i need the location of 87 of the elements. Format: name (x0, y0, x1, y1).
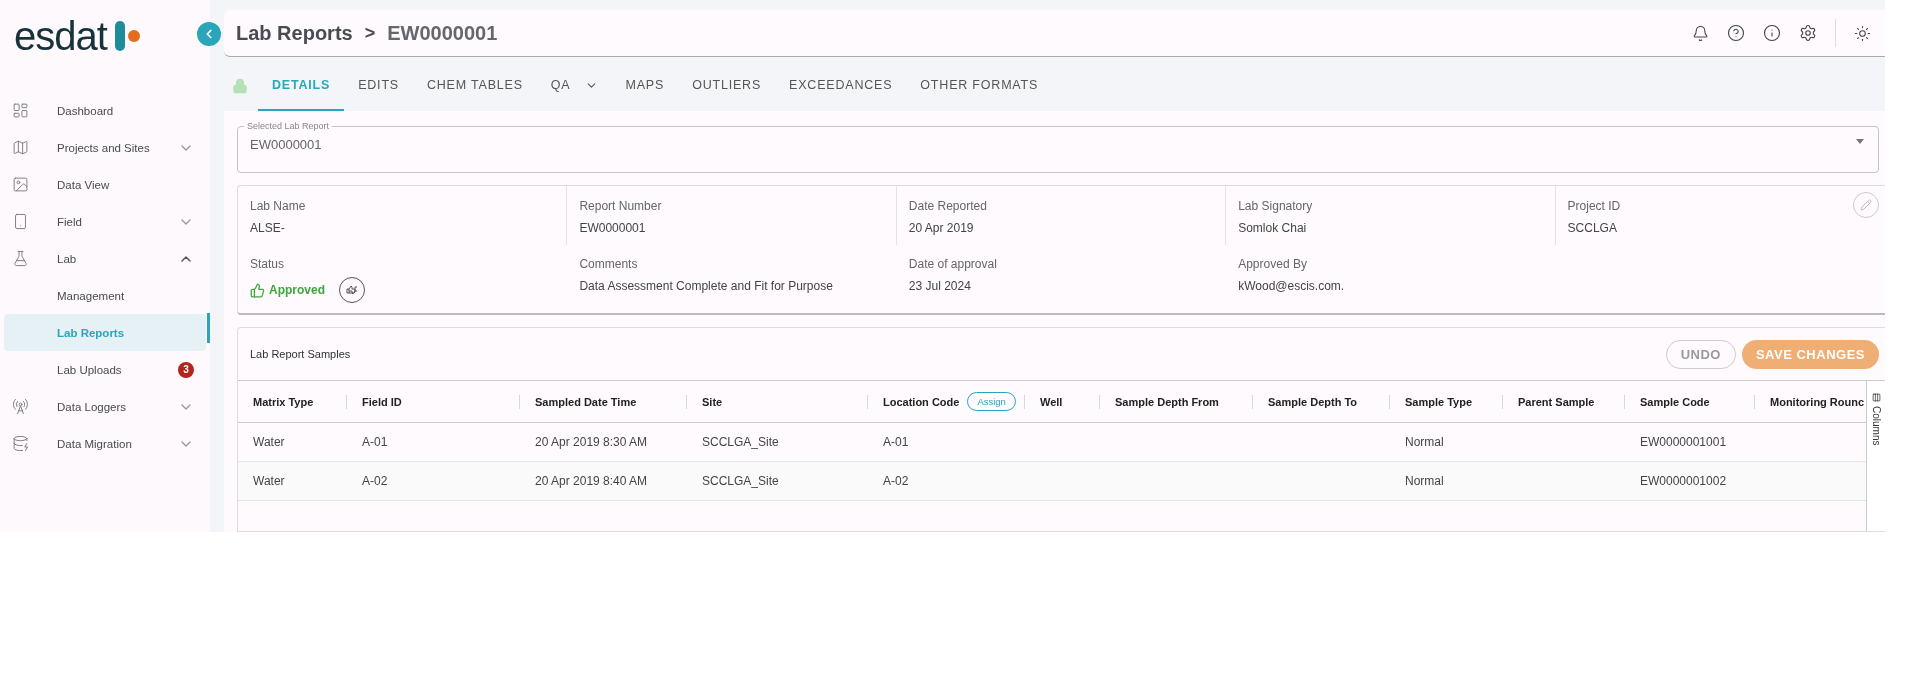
table-cell: 20 Apr 2019 8:40 AM (535, 474, 648, 488)
table-cell: A-02 (362, 474, 388, 488)
status-value: Approved (269, 283, 325, 297)
section-title: Lab Report Samples (250, 348, 351, 360)
image-icon (12, 176, 29, 193)
sidebar-item[interactable]: Data View (4, 166, 206, 203)
table-cell: EW0000001001 (1640, 435, 1727, 449)
column-header[interactable]: Monitoring Rounc (1770, 395, 1865, 408)
tab[interactable]: QA (536, 61, 612, 111)
column-header[interactable]: Site (702, 395, 723, 408)
columns-tab[interactable]: Columns (1866, 381, 1885, 531)
info-icon[interactable] (1763, 24, 1781, 42)
tab[interactable]: OUTLIERS (678, 61, 776, 111)
tab[interactable]: CHEM TABLES (412, 61, 537, 111)
field-label: Date of approval (908, 257, 997, 271)
table-cell: Water (253, 474, 285, 488)
field-label: Approved By (1238, 257, 1307, 271)
field-label: Lab Name (250, 199, 306, 213)
sidebar-item[interactable]: Lab Uploads 3 (4, 351, 206, 388)
sidebar-item[interactable]: Projects and Sites (4, 129, 206, 166)
notifications-icon[interactable] (1692, 24, 1709, 42)
table-cell: EW0000001002 (1640, 474, 1727, 488)
phone-icon (12, 213, 29, 230)
column-header[interactable]: Field ID (362, 395, 402, 408)
column-header[interactable]: Location Code (883, 395, 960, 408)
sun-icon[interactable] (1854, 24, 1871, 42)
column-header[interactable]: Matrix Type (253, 395, 314, 408)
field-value: 23 Jul 2024 (908, 279, 971, 293)
field-label: Status (250, 257, 285, 271)
flask-icon (12, 250, 29, 267)
tab[interactable]: OTHER FORMATS (906, 61, 1053, 111)
tab[interactable]: MAPS (611, 61, 679, 111)
antenna-icon (12, 398, 29, 415)
field-label: Report Number (579, 199, 662, 213)
table-cell: Water (253, 435, 285, 449)
table-cell: SCCLGA_Site (702, 435, 779, 449)
report-select[interactable]: Selected Lab Report EW0000001 (237, 121, 1879, 173)
field-value: ALSE- (250, 221, 285, 235)
field-label: Comments (579, 257, 638, 271)
field-value: SCCLGA (1567, 221, 1617, 235)
column-header[interactable]: Sample Depth From (1115, 395, 1219, 408)
column-header[interactable]: Sample Depth To (1268, 395, 1358, 408)
collapse-button[interactable] (197, 22, 221, 46)
sidebar-item[interactable]: Field (4, 203, 206, 240)
table-cell: A-01 (362, 435, 388, 449)
logo-text: esdat (14, 13, 107, 59)
settings-icon[interactable] (1799, 24, 1817, 42)
columns-icon (1871, 393, 1881, 402)
column-header[interactable]: Sample Code (1640, 395, 1710, 408)
column-header[interactable]: Sample Type (1405, 395, 1473, 408)
sidebar-item[interactable]: Lab (4, 240, 206, 277)
field-value: Data Assessment Complete and Fit for Purpose (579, 279, 833, 293)
count-badge: 3 (178, 361, 194, 378)
field-label: Lab Signatory (1238, 199, 1313, 213)
caret-icon (1856, 139, 1864, 144)
pencil-icon (1860, 199, 1872, 211)
field-value: Somlok Chai (1238, 221, 1307, 235)
tab[interactable]: EDITS (344, 61, 413, 111)
logo-mark-icon (112, 21, 141, 51)
table-cell: Normal (1405, 435, 1444, 449)
table-cell: A-02 (883, 474, 909, 488)
dashboard-icon (12, 102, 29, 119)
sidebar-item[interactable]: Data Loggers (4, 388, 206, 425)
field-value: kWood@escis.com. (1238, 279, 1345, 293)
help-icon[interactable] (1727, 24, 1745, 42)
field-label: Date Reported (908, 199, 987, 213)
field-value: 20 Apr 2019 (908, 221, 974, 235)
table-cell: 20 Apr 2019 8:30 AM (535, 435, 648, 449)
table-cell: Normal (1405, 474, 1444, 488)
tab[interactable]: EXCEEDANCES (775, 61, 907, 111)
sidebar-item[interactable]: Dashboard (4, 92, 206, 129)
column-header[interactable]: Parent Sample (1518, 395, 1595, 408)
field-value: EW0000001 (579, 221, 646, 235)
table-cell: SCCLGA_Site (702, 474, 779, 488)
page-title: Lab Reports (236, 21, 353, 45)
map-icon (12, 139, 29, 156)
breadcrumb-separator: > (364, 22, 376, 44)
thumbs-up-icon (250, 282, 265, 298)
column-header[interactable]: Well (1040, 395, 1063, 408)
sidebar-item[interactable]: Management (4, 277, 206, 314)
sidebar-item[interactable]: Data Migration (4, 425, 206, 462)
table-cell: A-01 (883, 435, 909, 449)
database-icon (12, 435, 29, 452)
column-header[interactable]: Sampled Date Time (535, 395, 637, 408)
lock-icon (232, 78, 248, 94)
report-id: EW0000001 (387, 21, 498, 45)
field-label: Project ID (1567, 199, 1621, 213)
